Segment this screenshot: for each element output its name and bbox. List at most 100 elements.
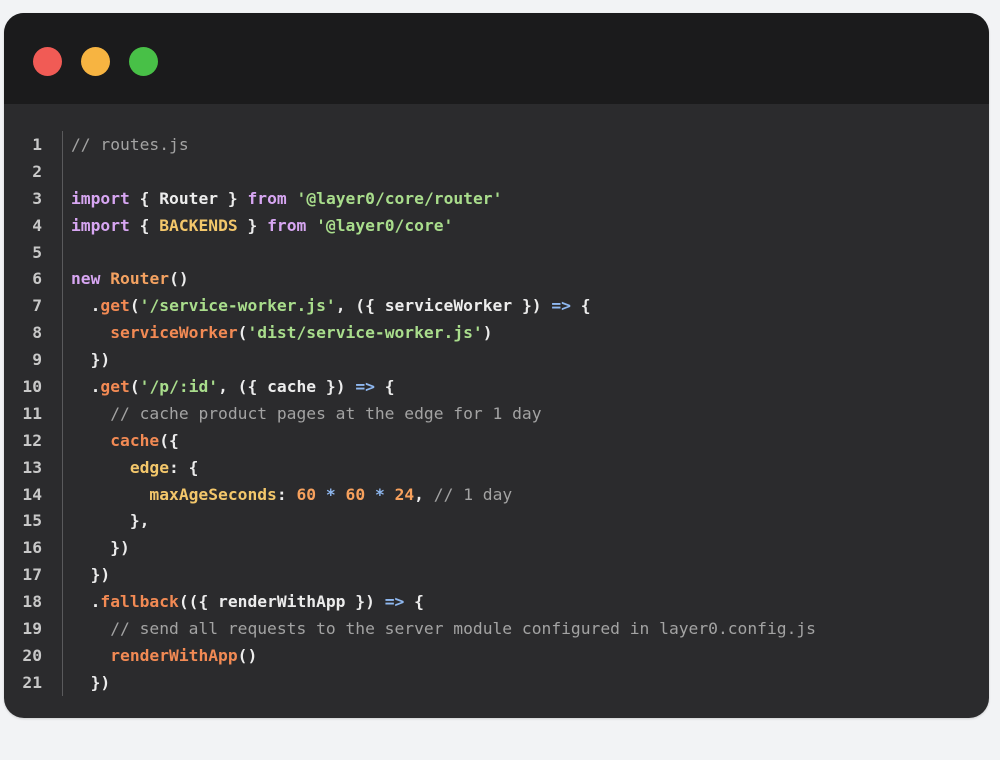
code-token-plain: { xyxy=(374,377,395,397)
code-line: 14 maxAgeSeconds: 60 * 60 * 24, // 1 day xyxy=(4,482,989,509)
code-token-plain: ( xyxy=(129,377,140,397)
code-token-comment: // routes.js xyxy=(71,135,189,154)
code-editor[interactable]: 1 // routes.js 2 3 import { Router } from '@… xyxy=(4,104,989,718)
code-line: 21 }) xyxy=(4,670,989,697)
code-token-call: fallback xyxy=(100,592,179,612)
code-token-plain: }) xyxy=(71,672,111,692)
code-line: 8 serviceWorker('dist/service-worker.js'… xyxy=(4,320,989,347)
line-number: 9 xyxy=(32,350,42,370)
code-token-operator: => xyxy=(355,377,375,397)
line-number: 14 xyxy=(22,484,42,504)
line-number: 17 xyxy=(22,565,42,585)
line-code: .fallback(({ renderWithApp }) => { xyxy=(71,589,424,616)
line-code: .get('/service-worker.js', ({ serviceWor… xyxy=(71,293,591,320)
line-code: import { Router } from '@layer0/core/rou… xyxy=(71,186,502,213)
line-code: renderWithApp() xyxy=(71,643,257,670)
code-token-plain: , ({ serviceWorker }) xyxy=(335,296,552,316)
code-token-plain: ) xyxy=(482,323,493,343)
code-line: 18 .fallback(({ renderWithApp }) => { xyxy=(4,589,989,616)
code-token-number: 24 xyxy=(394,484,415,504)
code-token-plain: { xyxy=(129,188,160,208)
minimize-button[interactable] xyxy=(81,47,110,76)
code-token-plain: ({ xyxy=(159,430,179,450)
line-number: 20 xyxy=(22,645,42,665)
code-token-plain: }, xyxy=(71,511,150,531)
code-token-comment: // cache product pages at the edge for 1… xyxy=(110,403,542,423)
code-token-plain: () xyxy=(237,645,258,665)
code-token-operator: * xyxy=(325,484,336,504)
code-line: 15 }, xyxy=(4,508,989,535)
line-number: 13 xyxy=(22,457,42,477)
line-number: 8 xyxy=(32,323,42,343)
line-number: 5 xyxy=(32,242,42,262)
line-code: // send all requests to the server modul… xyxy=(71,616,816,643)
line-code: }) xyxy=(71,347,111,374)
line-code: maxAgeSeconds: 60 * 60 * 24, // 1 day xyxy=(71,482,512,509)
code-token-string: '/service-worker.js' xyxy=(139,296,336,316)
code-token-func: Router xyxy=(110,269,170,289)
code-token-builtin: BACKENDS xyxy=(159,215,238,235)
code-line: 10 .get('/p/:id', ({ cache }) => { xyxy=(4,374,989,401)
line-number: 10 xyxy=(22,377,42,397)
line-code: cache({ xyxy=(71,428,179,455)
code-token-plain: Router xyxy=(159,188,219,208)
line-code: edge: { xyxy=(71,455,199,482)
code-token-operator: * xyxy=(374,484,385,504)
code-line: 3 import { Router } from '@layer0/core/ro… xyxy=(4,186,989,213)
line-number: 7 xyxy=(32,296,42,316)
code-token-prop: maxAgeSeconds xyxy=(149,484,277,504)
code-token-plain: . xyxy=(71,592,101,612)
maximize-button[interactable] xyxy=(129,47,158,76)
code-token-keyword: import xyxy=(71,188,130,208)
code-token-plain: { xyxy=(570,296,591,316)
code-token-plain: } xyxy=(237,215,268,235)
code-token-string: '/p/:id' xyxy=(139,377,219,397)
line-number: 16 xyxy=(22,538,42,558)
code-token-plain: . xyxy=(71,296,101,316)
code-token-plain: , ({ cache }) xyxy=(218,377,356,397)
code-token-comment: // send all requests to the server modul… xyxy=(110,619,816,639)
code-token-plain: }) xyxy=(71,565,111,585)
line-number: 12 xyxy=(22,430,42,450)
window-titlebar xyxy=(4,13,989,104)
close-button[interactable] xyxy=(33,47,62,76)
code-line: 4 import { BACKENDS } from '@layer0/core' xyxy=(4,213,989,240)
code-token-prop: edge xyxy=(129,457,170,477)
code-token-call: cache xyxy=(110,430,160,450)
code-line: 13 edge: { xyxy=(4,455,989,482)
line-code: .get('/p/:id', ({ cache }) => { xyxy=(71,374,395,401)
code-token-call: serviceWorker xyxy=(110,323,238,343)
code-token-plain: { xyxy=(129,215,160,235)
line-number: 21 xyxy=(22,672,42,692)
line-code: }) xyxy=(71,670,111,697)
code-line: 12 cache({ xyxy=(4,428,989,455)
line-code: // routes.js xyxy=(71,132,189,159)
code-token-keyword: from xyxy=(267,215,307,235)
line-code: }) xyxy=(71,535,130,562)
code-token-operator: => xyxy=(551,296,571,316)
code-line: 16 }) xyxy=(4,535,989,562)
code-line: 5 xyxy=(4,240,989,267)
line-code: serviceWorker('dist/service-worker.js') xyxy=(71,320,493,347)
code-lines: 1 // routes.js 2 3 import { Router } from '@… xyxy=(4,132,989,697)
code-token-plain: , xyxy=(414,484,434,504)
line-code: new Router() xyxy=(71,266,189,293)
line-code: import { BACKENDS } from '@layer0/core' xyxy=(71,213,453,240)
code-token-call: get xyxy=(100,296,130,316)
code-token-plain: ( xyxy=(237,323,248,343)
code-line: 7 .get('/service-worker.js', ({ serviceW… xyxy=(4,293,989,320)
code-line: 9 }) xyxy=(4,347,989,374)
code-token-plain: } xyxy=(218,188,248,208)
line-number: 18 xyxy=(22,592,42,612)
code-window: 1 // routes.js 2 3 import { Router } from '@… xyxy=(4,13,989,718)
code-token-plain: : { xyxy=(169,457,199,477)
code-token-call: get xyxy=(100,377,130,397)
code-token-operator: => xyxy=(384,592,405,612)
